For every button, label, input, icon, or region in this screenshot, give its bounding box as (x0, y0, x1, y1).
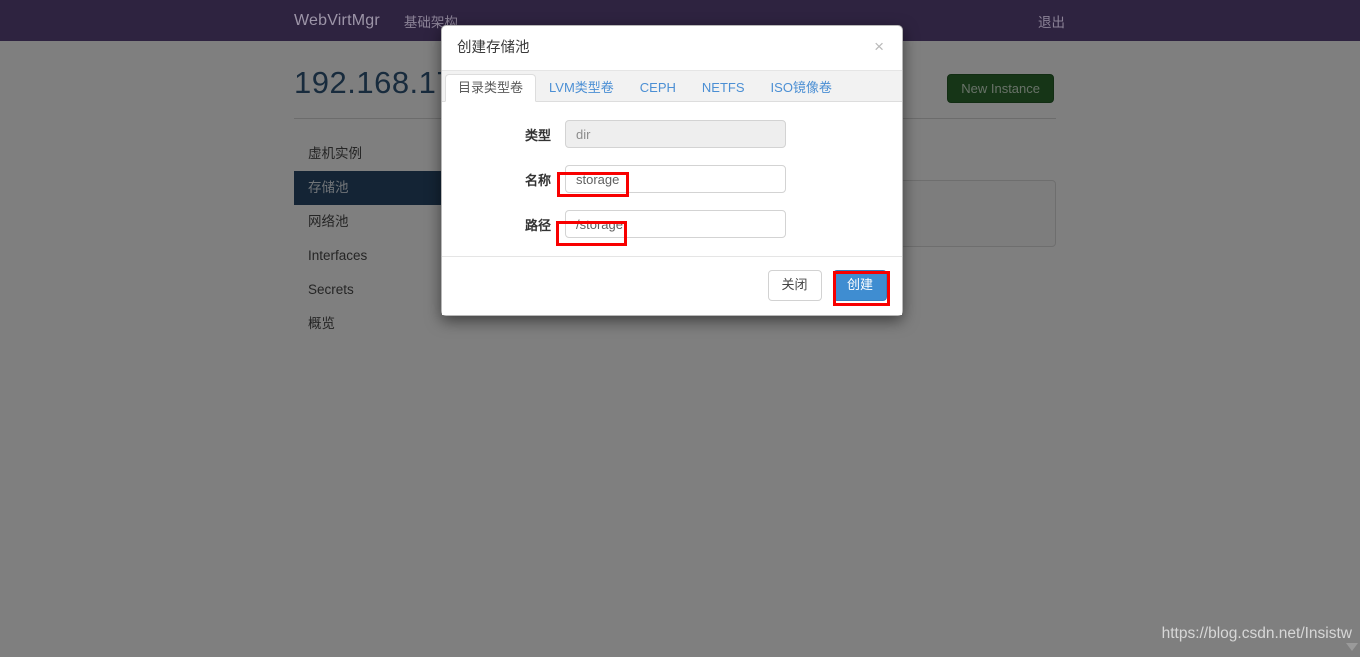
path-label: 路径 (524, 217, 551, 233)
modal-title: 创建存储池 (457, 40, 530, 56)
navbar-right-group: 退出 (1038, 0, 1360, 41)
close-button[interactable]: 关闭 (767, 270, 822, 302)
modal-body: 类型 名称 路径 (442, 102, 902, 257)
form-row-type: 类型 (457, 120, 887, 149)
modal-header: 创建存储池 × (442, 26, 902, 72)
tab-lvm-volume[interactable]: LVM类型卷 (536, 74, 627, 102)
watermark-text: https://blog.csdn.net/Insistw (1161, 625, 1352, 642)
create-button[interactable]: 创建 (832, 270, 887, 302)
name-label: 名称 (524, 172, 551, 188)
logout-link[interactable]: 退出 (1038, 11, 1065, 31)
tab-netfs[interactable]: NETFS (689, 74, 758, 102)
tab-dir-volume[interactable]: 目录类型卷 (445, 74, 537, 103)
name-input[interactable] (565, 165, 786, 194)
type-label: 类型 (524, 127, 551, 143)
scroll-down-arrow-icon[interactable] (1346, 643, 1358, 651)
modal-tab-bar: 目录类型卷 LVM类型卷 CEPH NETFS ISO镜像卷 (442, 71, 902, 103)
tab-ceph[interactable]: CEPH (627, 74, 689, 102)
form-row-name: 名称 (457, 165, 887, 194)
type-input (565, 120, 786, 149)
modal-footer: 关闭 创建 (442, 256, 902, 316)
create-storage-pool-dialog: 创建存储池 × 目录类型卷 LVM类型卷 CEPH NETFS ISO镜像卷 类… (441, 25, 903, 317)
form-row-path: 路径 (457, 210, 887, 239)
tab-iso-volume[interactable]: ISO镜像卷 (758, 74, 845, 102)
close-icon[interactable]: × (870, 36, 888, 57)
brand-logo[interactable]: WebVirtMgr (294, 12, 380, 30)
path-input[interactable] (565, 210, 786, 239)
